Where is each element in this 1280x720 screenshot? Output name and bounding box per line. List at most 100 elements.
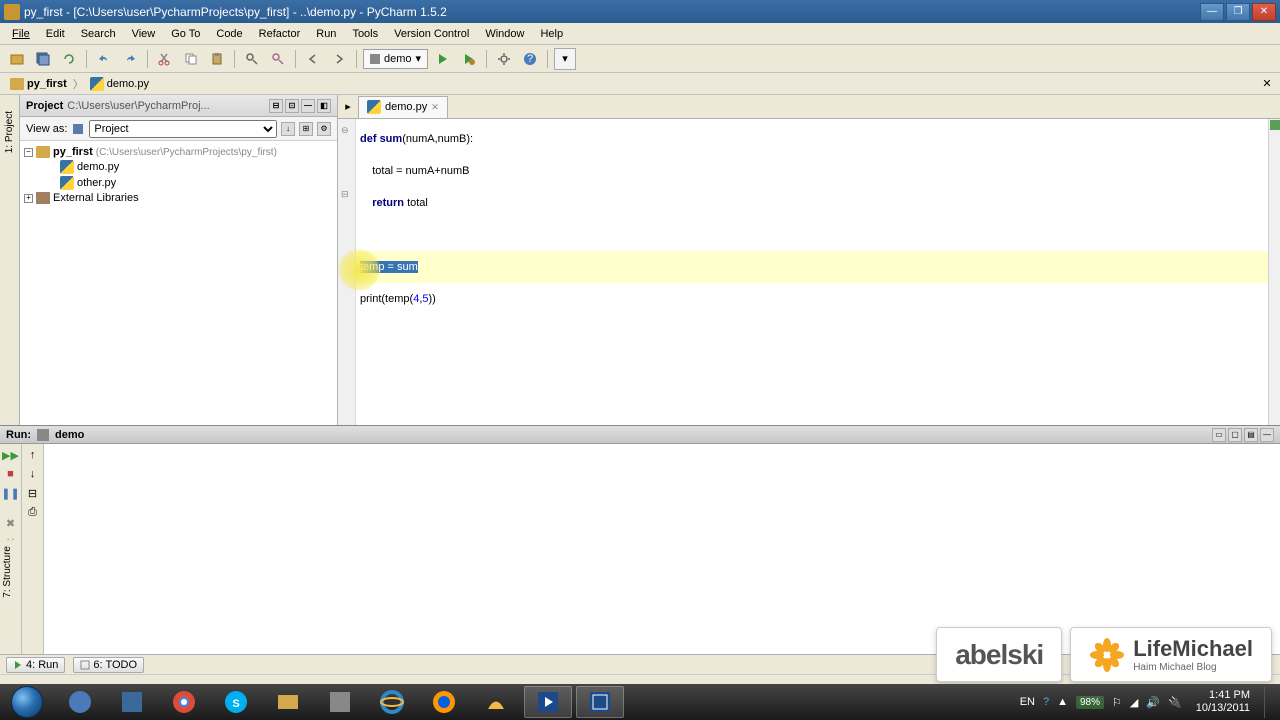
hide-panel-icon[interactable]: —	[1260, 428, 1274, 442]
menu-help[interactable]: Help	[532, 26, 571, 42]
flag-icon[interactable]: ⚐	[1112, 696, 1122, 709]
taskbar-item[interactable]	[472, 686, 520, 718]
scroll-to-icon[interactable]: ⊟	[269, 99, 283, 113]
network-icon[interactable]: ◢	[1130, 696, 1138, 709]
taskbar-item-active[interactable]	[576, 686, 624, 718]
float-icon[interactable]: ◧	[317, 99, 331, 113]
tray-clock[interactable]: 1:41 PM 10/13/2011	[1190, 689, 1256, 715]
collapse-icon[interactable]: ⊡	[285, 99, 299, 113]
fold-end-icon[interactable]: ⊟	[341, 189, 349, 200]
settings-icon[interactable]	[493, 48, 515, 70]
help-icon[interactable]: ?	[519, 48, 541, 70]
stripe-marker-icon[interactable]	[1270, 120, 1280, 130]
editor-body[interactable]: ⊖ ⊟ def sum(numA,numB): total = numA+num…	[338, 119, 1280, 425]
navbar-close-icon[interactable]: ✕	[1260, 77, 1274, 91]
run-icon[interactable]	[432, 48, 454, 70]
taskbar-ie[interactable]	[368, 686, 416, 718]
up-icon[interactable]: ↑	[25, 447, 41, 463]
close-button[interactable]: ✕	[1252, 3, 1276, 21]
tree-file-other[interactable]: other.py	[24, 175, 333, 191]
breadcrumb-project[interactable]: py_first	[6, 78, 71, 90]
start-button[interactable]	[0, 684, 54, 720]
rerun-icon[interactable]: ▶▶	[3, 447, 19, 463]
menu-edit[interactable]: Edit	[38, 26, 73, 42]
close-panel-icon[interactable]: ▤	[1244, 428, 1258, 442]
print-icon[interactable]: ⎙	[25, 504, 41, 520]
open-icon[interactable]	[6, 48, 28, 70]
tab-close-icon[interactable]: ✕	[431, 102, 439, 113]
status-todo-button[interactable]: 6: TODO	[73, 657, 144, 673]
wrap-icon[interactable]: ⊟	[25, 485, 41, 501]
menu-window[interactable]: Window	[477, 26, 532, 42]
copy-icon[interactable]	[180, 48, 202, 70]
new-tab-icon[interactable]: ▸	[338, 97, 358, 117]
cut-icon[interactable]	[154, 48, 176, 70]
run-config-selector[interactable]: demo ▾	[363, 49, 428, 69]
paste-icon[interactable]	[206, 48, 228, 70]
taskbar-item[interactable]	[316, 686, 364, 718]
menu-view[interactable]: View	[124, 26, 164, 42]
menu-version-control[interactable]: Version Control	[386, 26, 477, 42]
taskbar-item[interactable]	[108, 686, 156, 718]
maximize-button[interactable]: ❐	[1226, 3, 1250, 21]
expander-icon[interactable]: −	[24, 148, 33, 157]
tab-structure[interactable]: 7: Structure	[0, 540, 15, 604]
tray-arrow-icon[interactable]: ▲	[1057, 696, 1068, 708]
menu-search[interactable]: Search	[73, 26, 124, 42]
undo-icon[interactable]	[93, 48, 115, 70]
back-icon[interactable]	[302, 48, 324, 70]
hide-icon[interactable]: —	[301, 99, 315, 113]
battery-indicator[interactable]: 98%	[1076, 696, 1104, 709]
menu-refactor[interactable]: Refactor	[251, 26, 309, 42]
pin-icon[interactable]: ▭	[1212, 428, 1226, 442]
taskbar-item-active[interactable]	[524, 686, 572, 718]
menu-file[interactable]: File	[4, 26, 38, 42]
error-stripe[interactable]	[1268, 119, 1280, 425]
tree-root[interactable]: − py_first (C:\Users\user\PycharmProject…	[24, 145, 333, 159]
volume-icon[interactable]: 🔊	[1146, 696, 1160, 709]
run-header-name: demo	[55, 429, 84, 441]
taskbar-skype[interactable]: S	[212, 686, 260, 718]
run-output[interactable]	[44, 444, 1280, 654]
power-icon[interactable]: 🔌	[1168, 696, 1182, 709]
editor-gutter[interactable]: ⊖ ⊟	[338, 119, 356, 425]
tree-file-demo[interactable]: demo.py	[24, 159, 333, 175]
menu-tools[interactable]: Tools	[344, 26, 386, 42]
close-run-icon[interactable]: ✖	[3, 515, 19, 531]
taskbar-item[interactable]	[56, 686, 104, 718]
status-run-button[interactable]: 4: Run	[6, 657, 65, 673]
tab-project[interactable]: 1: Project	[2, 105, 17, 159]
flatten-icon[interactable]: ⊞	[299, 122, 313, 136]
view-as-select[interactable]: Project	[89, 120, 277, 138]
menu-goto[interactable]: Go To	[163, 26, 208, 42]
gear-icon[interactable]: ⚙	[317, 122, 331, 136]
taskbar-chrome[interactable]	[160, 686, 208, 718]
find-icon[interactable]	[241, 48, 263, 70]
fold-start-icon[interactable]: ⊖	[341, 125, 349, 136]
replace-icon[interactable]	[267, 48, 289, 70]
minimize-button[interactable]: —	[1200, 3, 1224, 21]
restore-icon[interactable]: ▢	[1228, 428, 1242, 442]
autoscroll-icon[interactable]: ↓	[281, 122, 295, 136]
sync-icon[interactable]	[58, 48, 80, 70]
taskbar-explorer[interactable]	[264, 686, 312, 718]
down-icon[interactable]: ↓	[25, 466, 41, 482]
debug-icon[interactable]	[458, 48, 480, 70]
dropdown-icon[interactable]: ▾	[554, 48, 576, 70]
breadcrumb-file[interactable]: demo.py	[86, 77, 153, 91]
save-all-icon[interactable]	[32, 48, 54, 70]
show-desktop-button[interactable]	[1264, 686, 1272, 718]
pause-icon[interactable]: ❚❚	[3, 485, 19, 501]
tree-external-libraries[interactable]: + External Libraries	[24, 191, 333, 205]
stop-icon[interactable]: ■	[3, 466, 19, 482]
taskbar-firefox[interactable]	[420, 686, 468, 718]
tray-language[interactable]: EN	[1020, 696, 1035, 708]
editor-tab-demo[interactable]: demo.py ✕	[358, 96, 448, 118]
code-area[interactable]: def sum(numA,numB): total = numA+numB re…	[356, 119, 1268, 425]
help-tray-icon[interactable]: ?	[1043, 696, 1049, 708]
redo-icon[interactable]	[119, 48, 141, 70]
menu-run[interactable]: Run	[308, 26, 344, 42]
forward-icon[interactable]	[328, 48, 350, 70]
expander-icon[interactable]: +	[24, 194, 33, 203]
menu-code[interactable]: Code	[208, 26, 250, 42]
